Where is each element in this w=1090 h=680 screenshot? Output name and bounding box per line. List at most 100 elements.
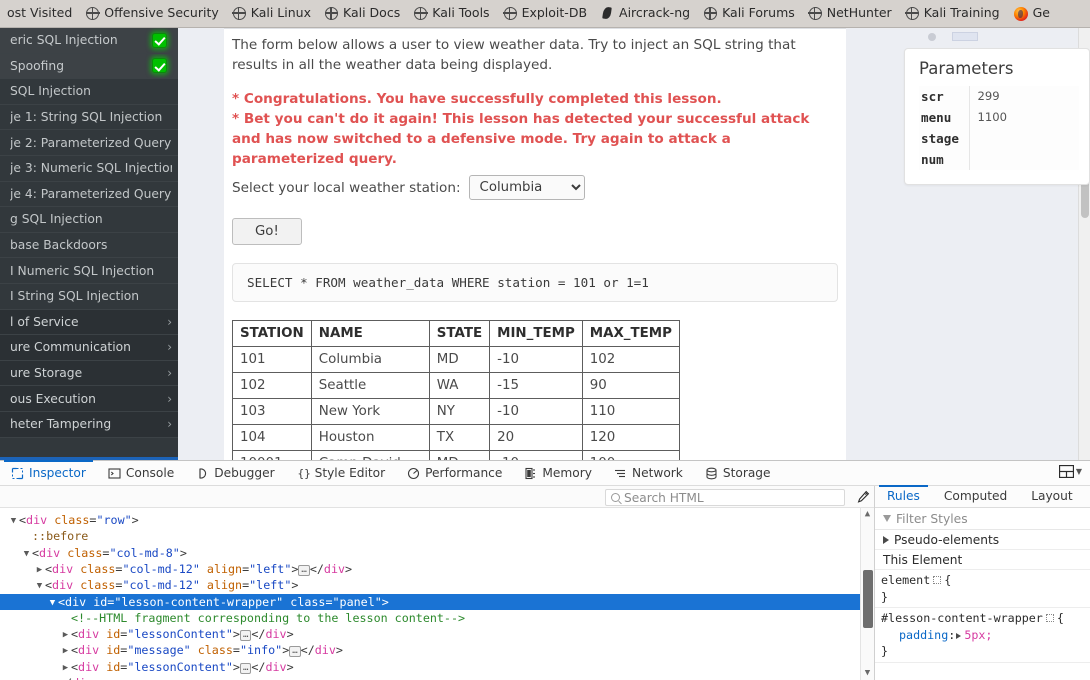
bookmark-item[interactable]: Offensive Security [79,5,225,22]
globe-icon [85,6,100,21]
sidebar-item[interactable]: je 2: Parameterized Query #1 [0,130,178,156]
dom-token-ang: > [291,578,299,593]
bookmark-item[interactable]: Kali Tools [407,5,496,22]
css-rule[interactable]: #lesson-content-wrapper{padding: 5px;} [875,608,1090,663]
dom-node[interactable]: ▼ <div class="col-md-12" align="left"> [0,577,874,593]
css-declaration[interactable]: padding: 5px; [881,627,1090,644]
rules-tab-layout[interactable]: Layout [1019,486,1084,507]
css-rule[interactable]: element{} [875,570,1090,609]
scroll-up-arrow-icon[interactable]: ▲ [861,508,874,521]
sidebar-item[interactable]: l of Service › [0,309,178,336]
collapsed-children-icon[interactable]: … [289,646,301,658]
dom-tree-scroll-thumb[interactable] [863,570,873,629]
scroll-down-arrow-icon[interactable]: ▼ [861,667,874,680]
sidebar-item[interactable]: base Backdoors [0,233,178,259]
devtools-tab-network[interactable]: Network [603,461,694,485]
css-selector: #lesson-content-wrapper [881,611,1043,626]
twisty-closed-icon[interactable]: ▶ [60,643,71,659]
devtools-tab-inspector[interactable]: Inspector [0,459,97,485]
bookmark-item[interactable]: Ge [1007,5,1057,23]
collapsed-children-icon[interactable]: … [298,564,310,576]
sidebar-item[interactable]: eric SQL Injection [0,28,178,54]
sidebar-item[interactable]: ous Execution › [0,386,178,412]
twisty-open-icon[interactable]: ▼ [21,546,32,562]
devtools-tab-memory[interactable]: Memory [513,461,603,485]
devtools-tab-performance[interactable]: Performance [396,461,513,485]
network-icon [614,467,627,480]
sidebar-item[interactable]: Spoofing [0,53,178,80]
dom-node[interactable]: ▶ <div id="message" class="info">… </div> [0,642,874,658]
bookmark-label: Exploit-DB [521,5,588,21]
twisty-closed-icon[interactable]: ▶ [60,627,71,643]
dom-node[interactable]: ▶ <div id="lessonContent">… </div> [0,626,874,642]
dom-token-ang: </ [300,643,315,658]
twisty-closed-icon[interactable]: ▶ [34,562,45,578]
dom-tree[interactable]: ▼ <div class="row">::before ▼ <div class="c… [0,508,874,680]
collapsed-children-icon[interactable]: … [239,630,252,642]
sidebar-item[interactable]: I Numeric SQL Injection [0,258,178,284]
bookmark-item[interactable]: Exploit-DB [497,5,594,22]
parameter-value: 299 [969,86,1079,107]
rules-tab-rules[interactable]: Rules [875,485,932,507]
sidebar-item[interactable]: je 4: Parameterized Query #2 [0,182,178,208]
rules-tab-computed[interactable]: Computed [932,486,1019,507]
devtools-tab-debugger[interactable]: Debugger [185,461,285,485]
expand-value-icon[interactable] [956,632,962,639]
globe-icon [503,6,517,21]
sidebar-item[interactable]: ure Communication › [0,335,178,361]
search-html-input[interactable]: Search HTML [605,489,845,507]
dom-node-selected[interactable]: ▼ <div id="lesson-content-wrapper" class=… [0,593,874,611]
rule-toggle-icon[interactable] [933,576,942,585]
dom-node[interactable]: </div> [0,675,874,680]
go-button[interactable]: Go! [232,218,302,245]
color-picker-icon[interactable] [856,490,870,507]
dom-node[interactable]: ▼ <div class="row"> [0,512,874,528]
devtools-tab-console[interactable]: Console [97,461,185,485]
table-column-header: MIN_TEMP [489,320,583,347]
sidebar-item[interactable]: heter Tampering › [0,411,178,438]
bookmark-item[interactable]: Aircrack-ng [594,5,697,22]
bookmark-item[interactable]: Kali Docs [318,5,407,22]
sidebar-item[interactable]: je 1: String SQL Injection [0,105,178,131]
rule-toggle-icon[interactable] [1045,614,1054,623]
devtools-tab-style-editor[interactable]: {} Style Editor [286,461,397,485]
table-cell: 120 [581,424,680,451]
sidebar-item[interactable]: g SQL Injection [0,207,178,233]
table-row: 104 Houston TX 20 120 [232,424,680,451]
pseudo-elements-row[interactable]: Pseudo-elements [875,530,1090,551]
bookmark-item[interactable]: NetHunter [802,5,899,22]
parameter-key: scr [919,86,970,107]
dom-node[interactable]: <!--HTML fragment corresponding to the l… [0,610,874,626]
dom-node[interactable]: ▶ <div class="col-md-12" align="left">… </… [0,561,874,577]
twisty-open-icon[interactable]: ▼ [47,595,58,611]
dom-node[interactable]: ::before [0,528,874,544]
lesson-sidebar[interactable]: eric SQL Injection Spoofing SQL Injection… [0,28,178,460]
devtools-tab-storage[interactable]: Storage [694,461,782,485]
twisty-open-icon[interactable]: ▼ [8,513,19,529]
twisty-open-icon[interactable]: ▼ [34,578,45,594]
weather-station-select[interactable]: ColumbiaSeattleNew YorkHoustonCamp David [468,175,585,200]
bookmark-item[interactable]: Kali Forums [697,5,802,22]
parameter-key: menu [919,107,970,128]
bookmark-item[interactable]: ost Visited [0,5,79,22]
sidebar-item[interactable]: ure Storage › [0,360,178,387]
inspector-icon [11,467,24,480]
filter-styles-input[interactable]: Filter Styles [875,508,1090,531]
devtools-dock-button[interactable]: ▼ [1058,465,1082,478]
sidebar-item[interactable]: I String SQL Injection [0,284,178,310]
dom-tree-scrollbar[interactable]: ▲ ▼ [860,508,874,680]
bookmark-item[interactable]: Kali Training [899,5,1007,22]
table-column-header: STATION [232,320,312,347]
dom-node[interactable]: ▶ <div id="lessonContent">… </div> [0,659,874,675]
dom-token-val: "lessonContent" [127,627,233,642]
table-cell: 90 [581,372,680,399]
sidebar-item[interactable]: je 3: Numeric SQL Injection [0,156,178,182]
bookmark-item[interactable]: Kali Linux [226,5,318,22]
devtools-tab-label: Debugger [214,466,275,481]
collapsed-children-icon[interactable]: … [239,662,252,674]
twisty-closed-icon[interactable]: ▶ [60,660,71,676]
dom-token-tag: div [265,627,287,642]
weather-data-table: STATION NAME STATE MIN_TEMP MAX_TEMP 101 Colu… [232,320,680,460]
sidebar-item[interactable]: SQL Injection [0,79,178,105]
dom-node[interactable]: ▼ <div class="col-md-8"> [0,545,874,561]
